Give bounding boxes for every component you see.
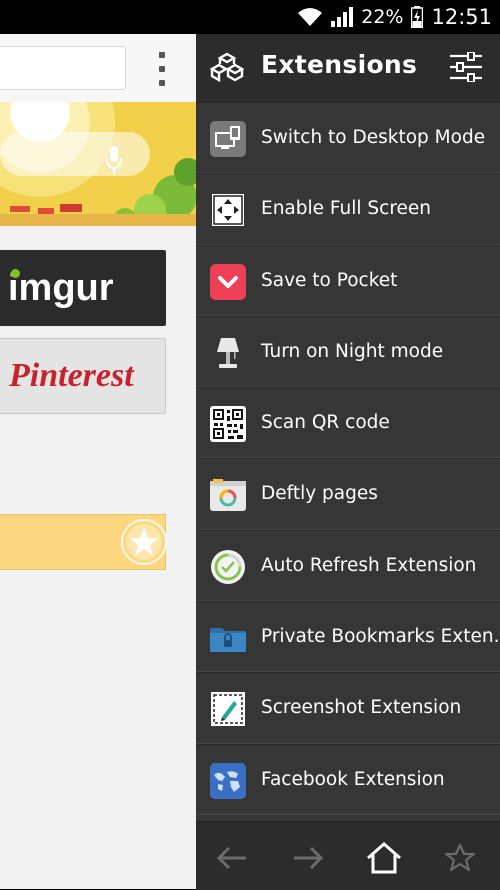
ext-label: Switch to Desktop Mode <box>261 127 486 148</box>
fullscreen-icon <box>210 192 246 228</box>
battery-percent: 22% <box>361 6 404 28</box>
back-arrow-icon[interactable] <box>212 838 252 878</box>
overflow-menu-button[interactable] <box>156 52 168 86</box>
ext-private-bookmarks[interactable]: Private Bookmarks Exten. <box>196 601 500 673</box>
imgur-label: imgur <box>8 266 114 309</box>
extensions-panel: Extensions Switch to Desktop Mode Enable… <box>196 34 500 890</box>
ext-label: Turn on Night mode <box>261 340 444 362</box>
ext-enable-full-screen[interactable]: Enable Full Screen <box>196 173 500 245</box>
ext-night-mode[interactable]: Turn on Night mode <box>196 315 500 388</box>
home-icon[interactable] <box>364 838 404 878</box>
auto-refresh-icon <box>210 549 246 585</box>
extensions-list: Switch to Desktop Mode Enable Full Scree… <box>196 102 500 815</box>
speed-dial-pinterest[interactable]: Pinterest <box>0 338 166 414</box>
ext-switch-desktop-mode[interactable]: Switch to Desktop Mode <box>196 102 500 174</box>
ext-deftly-pages[interactable]: Deftly pages <box>196 458 500 530</box>
wifi-icon <box>297 7 323 27</box>
ext-label: Private Bookmarks Exten. <box>261 626 500 648</box>
microphone-icon[interactable] <box>105 146 123 180</box>
ext-screenshot[interactable]: Screenshot Extension <box>196 672 500 744</box>
qr-code-icon <box>210 406 246 443</box>
star-icon[interactable] <box>440 838 480 878</box>
url-bar[interactable] <box>0 46 126 90</box>
pinterest-label: Pinterest <box>9 357 134 394</box>
bottom-navigation <box>196 821 500 890</box>
battery-charging-icon <box>411 6 424 28</box>
ext-label: Screenshot Extension <box>261 697 462 719</box>
add-favorite-bar[interactable] <box>0 514 167 570</box>
ext-scan-qr-code[interactable]: Scan QR code <box>196 387 500 459</box>
ext-label: Deftly pages <box>261 483 378 505</box>
ext-auto-refresh[interactable]: Auto Refresh Extension <box>196 529 500 602</box>
ext-label: Facebook Extension <box>261 768 445 790</box>
deftly-icon <box>210 477 246 513</box>
screenshot-icon <box>210 691 246 727</box>
ext-facebook[interactable]: Facebook Extension <box>196 743 500 815</box>
status-bar: 22% 12:51 <box>0 0 500 34</box>
clock: 12:51 <box>431 5 492 29</box>
ext-label: Enable Full Screen <box>261 198 432 220</box>
speed-dial-imgur[interactable]: imgur <box>0 250 166 326</box>
ext-label: Auto Refresh Extension <box>261 554 477 576</box>
extensions-cubes-icon <box>209 52 245 88</box>
ext-save-to-pocket[interactable]: Save to Pocket <box>196 244 500 316</box>
settings-sliders-icon[interactable] <box>450 51 482 86</box>
search-banner <box>0 102 196 226</box>
signal-icon <box>331 7 354 27</box>
facebook-globe-icon <box>210 762 246 799</box>
lamp-icon <box>210 335 246 371</box>
pocket-icon <box>210 263 246 300</box>
star-icon <box>121 519 167 565</box>
banner-illustration <box>0 102 196 226</box>
private-bookmarks-icon <box>210 620 246 656</box>
extensions-header: Extensions <box>196 34 500 102</box>
toolbar <box>0 34 196 102</box>
desktop-mode-icon <box>210 121 246 157</box>
ext-label: Scan QR code <box>261 412 390 434</box>
browser-content: imgur Pinterest <box>0 34 196 889</box>
ext-label: Save to Pocket <box>261 269 398 291</box>
panel-title: Extensions <box>261 50 418 79</box>
forward-arrow-icon[interactable] <box>288 838 328 878</box>
imgur-logo: imgur <box>8 267 114 310</box>
